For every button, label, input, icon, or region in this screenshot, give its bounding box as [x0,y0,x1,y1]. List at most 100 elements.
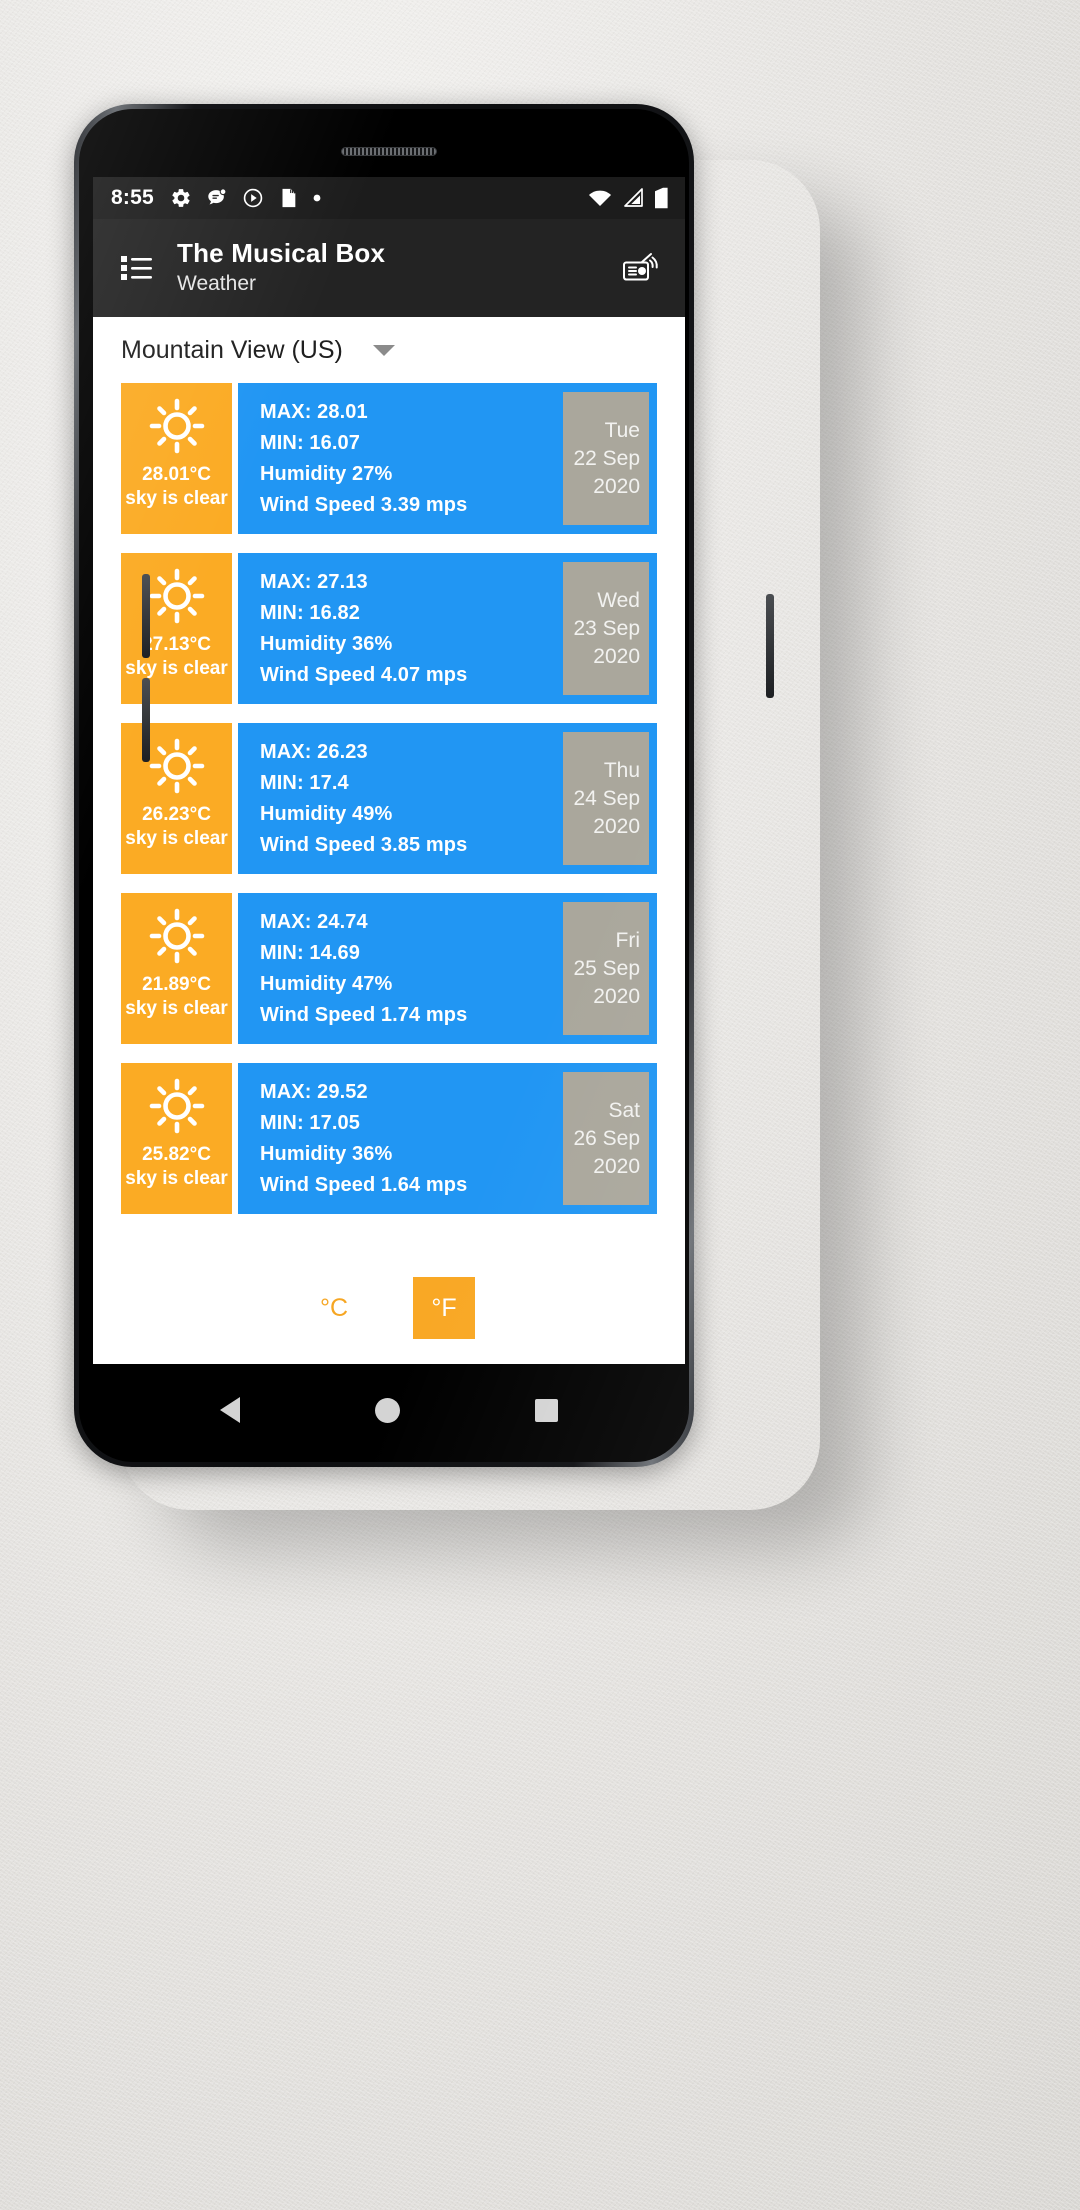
fahrenheit-button[interactable]: °F [413,1277,475,1339]
sun-icon [149,568,204,624]
forecast-wind: Wind Speed 3.39 mps [260,494,468,516]
forecast-year: 2020 [593,1155,640,1179]
forecast-desc: sky is clear [125,827,228,849]
forecast-date: Thu 24 Sep 2020 [563,732,649,865]
forecast-humidity: Humidity 36% [260,633,393,655]
power-button[interactable] [766,594,774,698]
forecast-year: 2020 [593,985,640,1009]
app-bar-titles: The Musical Box Weather [177,237,617,297]
forecast-daymonth: 22 Sep [573,446,640,470]
sun-icon [149,908,204,964]
forecast-weekday: Thu [603,758,640,782]
celsius-button[interactable]: °C [303,1277,365,1339]
forecast-card-summary: 28.01°C sky is clear [121,383,232,534]
forecast-humidity: Humidity 49% [260,803,393,825]
sun-icon [149,1078,204,1134]
gear-icon [172,189,190,207]
play-circle-icon [243,188,263,208]
forecast-desc: sky is clear [125,997,228,1019]
sun-icon [149,398,204,454]
page-subtitle: Weather [177,271,256,295]
forecast-min: MIN: 17.05 [260,1112,360,1134]
forecast-card[interactable]: 27.13°C sky is clear MAX: 27.13 MIN: 16.… [121,553,657,704]
forecast-min: MIN: 14.69 [260,942,360,964]
forecast-daymonth: 26 Sep [573,1126,640,1150]
status-notification-icons [170,187,322,209]
forecast-min: MIN: 16.07 [260,432,360,454]
forecast-max: MAX: 28.01 [260,401,368,423]
forecast-date: Tue 22 Sep 2020 [563,392,649,525]
forecast-desc: sky is clear [125,487,228,509]
forecast-weekday: Wed [597,588,640,612]
battery-icon [655,187,668,209]
forecast-temp: 27.13°C [142,634,211,655]
cellular-signal-icon [624,188,643,207]
wifi-icon [589,190,611,206]
home-button[interactable] [374,1397,400,1423]
forecast-card-summary: 25.82°C sky is clear [121,1063,232,1214]
forecast-desc: sky is clear [125,657,228,679]
forecast-weekday: Fri [615,928,641,952]
radio-button[interactable] [617,244,665,292]
forecast-card-summary: 27.13°C sky is clear [121,553,232,704]
forecast-max: MAX: 24.74 [260,911,368,933]
chevron-down-icon [372,344,395,356]
forecast-card-details: MAX: 28.01 MIN: 16.07 Humidity 27% Wind … [238,383,563,534]
forecast-card-summary: 21.89°C sky is clear [121,893,232,1044]
page-title: The Musical Box [177,237,386,268]
menu-button[interactable] [115,246,159,290]
forecast-min: MIN: 17.4 [260,772,349,794]
forecast-desc: sky is clear [125,1167,228,1189]
forecast-temp: 21.89°C [142,974,211,995]
forecast-card[interactable]: 21.89°C sky is clear MAX: 24.74 MIN: 14.… [121,893,657,1044]
volume-up-button[interactable] [142,574,150,658]
unit-toggle-group: °C °F [93,1252,685,1364]
status-system-icons [588,187,669,209]
forecast-humidity: Humidity 27% [260,463,393,485]
forecast-date: Fri 25 Sep 2020 [563,902,649,1035]
forecast-year: 2020 [593,475,640,499]
forecast-card-details: MAX: 27.13 MIN: 16.82 Humidity 36% Wind … [238,553,563,704]
forecast-max: MAX: 26.23 [260,741,368,763]
recents-button[interactable] [534,1398,558,1422]
forecast-date: Sat 26 Sep 2020 [563,1072,649,1205]
forecast-humidity: Humidity 36% [260,1143,393,1165]
earpiece-speaker [341,147,437,156]
app-bar: The Musical Box Weather [93,219,685,317]
forecast-card[interactable]: 25.82°C sky is clear MAX: 29.52 MIN: 17.… [121,1063,657,1214]
forecast-year: 2020 [593,815,640,839]
forecast-card-details: MAX: 24.74 MIN: 14.69 Humidity 47% Wind … [238,893,563,1044]
forecast-card-summary: 26.23°C sky is clear [121,723,232,874]
forecast-daymonth: 24 Sep [573,786,640,810]
back-button[interactable] [220,1397,241,1423]
dot-icon [313,194,321,202]
forecast-wind: Wind Speed 3.85 mps [260,834,468,856]
forecast-temp: 26.23°C [142,804,211,825]
location-selector[interactable]: Mountain View (US) [93,317,685,383]
forecast-list[interactable]: 28.01°C sky is clear MAX: 28.01 MIN: 16.… [93,383,685,1252]
forecast-max: MAX: 29.52 [260,1081,368,1103]
forecast-year: 2020 [593,645,640,669]
forecast-wind: Wind Speed 1.74 mps [260,1004,468,1026]
forecast-weekday: Sat [608,1098,640,1122]
message-icon [208,188,227,205]
forecast-temp: 25.82°C [142,1144,211,1165]
forecast-card[interactable]: 26.23°C sky is clear MAX: 26.23 MIN: 17.… [121,723,657,874]
app-content: Mountain View (US) 28.01°C sky is clear … [93,317,685,1364]
status-bar: 8:55 [93,177,685,219]
sun-icon [149,738,204,794]
list-menu-icon [121,256,152,280]
forecast-card[interactable]: 28.01°C sky is clear MAX: 28.01 MIN: 16.… [121,383,657,534]
forecast-min: MIN: 16.82 [260,602,360,624]
sd-card-icon [282,188,296,208]
phone-bezel: 8:55 The Musical Box Weather Mountain Vi… [79,109,689,1462]
forecast-humidity: Humidity 47% [260,973,393,995]
forecast-daymonth: 25 Sep [573,956,640,980]
forecast-card-details: MAX: 29.52 MIN: 17.05 Humidity 36% Wind … [238,1063,563,1214]
forecast-max: MAX: 27.13 [260,571,368,593]
volume-down-button[interactable] [142,678,150,762]
forecast-date: Wed 23 Sep 2020 [563,562,649,695]
phone-device: 8:55 The Musical Box Weather Mountain Vi… [74,104,774,1467]
forecast-wind: Wind Speed 1.64 mps [260,1174,468,1196]
radio-icon [623,253,658,281]
